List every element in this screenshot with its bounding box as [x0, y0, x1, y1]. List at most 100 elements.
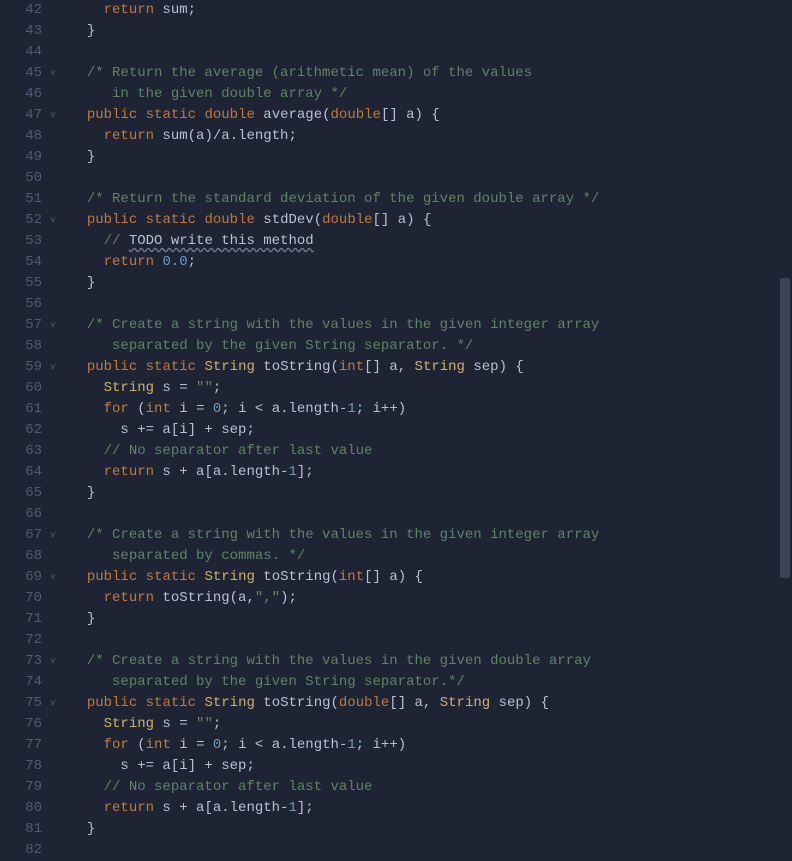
line-number: 80: [0, 798, 48, 819]
code-content[interactable]: return sum(a)/a.length;: [58, 126, 297, 147]
code-content[interactable]: // No separator after last value: [58, 777, 372, 798]
fold-indicator[interactable]: v: [48, 525, 58, 546]
code-content[interactable]: separated by the given String separator.…: [58, 672, 465, 693]
code-line[interactable]: 45v /* Return the average (arithmetic me…: [0, 63, 792, 84]
code-line[interactable]: 51 /* Return the standard deviation of t…: [0, 189, 792, 210]
code-line[interactable]: 49 }: [0, 147, 792, 168]
code-line[interactable]: 74 separated by the given String separat…: [0, 672, 792, 693]
fold-indicator[interactable]: v: [48, 357, 58, 378]
code-line[interactable]: 44: [0, 42, 792, 63]
code-line[interactable]: 60 String s = "";: [0, 378, 792, 399]
code-content[interactable]: String s = "";: [58, 714, 221, 735]
fold-indicator[interactable]: v: [48, 210, 58, 231]
code-line[interactable]: 73v /* Create a string with the values i…: [0, 651, 792, 672]
code-line[interactable]: 48 return sum(a)/a.length;: [0, 126, 792, 147]
fold-indicator[interactable]: v: [48, 315, 58, 336]
code-line[interactable]: 59v public static String toString(int[] …: [0, 357, 792, 378]
code-line[interactable]: 46 in the given double array */: [0, 84, 792, 105]
code-content[interactable]: [58, 168, 70, 189]
code-line[interactable]: 70 return toString(a,",");: [0, 588, 792, 609]
code-line[interactable]: 50: [0, 168, 792, 189]
code-line[interactable]: 81 }: [0, 819, 792, 840]
code-content[interactable]: public static double average(double[] a)…: [58, 105, 440, 126]
code-line[interactable]: 66: [0, 504, 792, 525]
code-line[interactable]: 43 }: [0, 21, 792, 42]
code-content[interactable]: }: [58, 21, 95, 42]
code-line[interactable]: 63 // No separator after last value: [0, 441, 792, 462]
code-line[interactable]: 47v public static double average(double[…: [0, 105, 792, 126]
scrollbar-thumb[interactable]: [780, 278, 790, 578]
code-content[interactable]: s += a[i] + sep;: [58, 420, 255, 441]
code-content[interactable]: }: [58, 609, 95, 630]
code-line[interactable]: 53 // TODO write this method: [0, 231, 792, 252]
code-content[interactable]: // TODO write this method: [58, 231, 314, 252]
code-content[interactable]: in the given double array */: [58, 84, 347, 105]
code-line[interactable]: 68 separated by commas. */: [0, 546, 792, 567]
code-line[interactable]: 80 return s + a[a.length-1];: [0, 798, 792, 819]
code-line[interactable]: 52v public static double stdDev(double[]…: [0, 210, 792, 231]
code-content[interactable]: public static double stdDev(double[] a) …: [58, 210, 431, 231]
code-content[interactable]: // No separator after last value: [58, 441, 372, 462]
code-content[interactable]: return s + a[a.length-1];: [58, 462, 314, 483]
line-number: 77: [0, 735, 48, 756]
code-content[interactable]: return 0.0;: [58, 252, 196, 273]
code-line[interactable]: 82: [0, 840, 792, 861]
code-line[interactable]: 42 return sum;: [0, 0, 792, 21]
fold-indicator: [48, 840, 58, 861]
code-content[interactable]: /* Create a string with the values in th…: [58, 315, 599, 336]
code-line[interactable]: 54 return 0.0;: [0, 252, 792, 273]
code-content[interactable]: separated by commas. */: [58, 546, 305, 567]
line-number: 45: [0, 63, 48, 84]
code-content[interactable]: for (int i = 0; i < a.length-1; i++): [58, 399, 406, 420]
code-line[interactable]: 55 }: [0, 273, 792, 294]
code-lines[interactable]: 42 return sum;43 }4445v /* Return the av…: [0, 0, 792, 848]
code-line[interactable]: 75v public static String toString(double…: [0, 693, 792, 714]
code-line[interactable]: 76 String s = "";: [0, 714, 792, 735]
code-line[interactable]: 67v /* Create a string with the values i…: [0, 525, 792, 546]
vertical-scrollbar[interactable]: [778, 0, 792, 848]
code-line[interactable]: 62 s += a[i] + sep;: [0, 420, 792, 441]
code-content[interactable]: String s = "";: [58, 378, 221, 399]
code-line[interactable]: 65 }: [0, 483, 792, 504]
line-number: 73: [0, 651, 48, 672]
code-content[interactable]: public static String toString(int[] a) {: [58, 567, 423, 588]
code-line[interactable]: 61 for (int i = 0; i < a.length-1; i++): [0, 399, 792, 420]
fold-indicator[interactable]: v: [48, 105, 58, 126]
code-content[interactable]: public static String toString(double[] a…: [58, 693, 549, 714]
code-content[interactable]: [58, 840, 70, 861]
code-line[interactable]: 64 return s + a[a.length-1];: [0, 462, 792, 483]
code-content[interactable]: }: [58, 483, 95, 504]
code-content[interactable]: s += a[i] + sep;: [58, 756, 255, 777]
code-content[interactable]: /* Return the average (arithmetic mean) …: [58, 63, 532, 84]
fold-indicator[interactable]: v: [48, 567, 58, 588]
code-editor[interactable]: 42 return sum;43 }4445v /* Return the av…: [0, 0, 792, 848]
code-content[interactable]: return toString(a,",");: [58, 588, 297, 609]
code-line[interactable]: 56: [0, 294, 792, 315]
code-content[interactable]: [58, 294, 70, 315]
code-line[interactable]: 58 separated by the given String separat…: [0, 336, 792, 357]
fold-indicator[interactable]: v: [48, 651, 58, 672]
code-content[interactable]: public static String toString(int[] a, S…: [58, 357, 524, 378]
code-line[interactable]: 72: [0, 630, 792, 651]
code-line[interactable]: 79 // No separator after last value: [0, 777, 792, 798]
code-content[interactable]: return sum;: [58, 0, 196, 21]
code-content[interactable]: [58, 630, 70, 651]
fold-indicator[interactable]: v: [48, 693, 58, 714]
code-content[interactable]: }: [58, 819, 95, 840]
code-content[interactable]: for (int i = 0; i < a.length-1; i++): [58, 735, 406, 756]
code-line[interactable]: 69v public static String toString(int[] …: [0, 567, 792, 588]
code-content[interactable]: /* Create a string with the values in th…: [58, 651, 591, 672]
code-content[interactable]: return s + a[a.length-1];: [58, 798, 314, 819]
code-content[interactable]: [58, 504, 70, 525]
code-line[interactable]: 71 }: [0, 609, 792, 630]
code-line[interactable]: 78 s += a[i] + sep;: [0, 756, 792, 777]
code-line[interactable]: 77 for (int i = 0; i < a.length-1; i++): [0, 735, 792, 756]
code-content[interactable]: separated by the given String separator.…: [58, 336, 473, 357]
fold-indicator[interactable]: v: [48, 63, 58, 84]
code-content[interactable]: /* Create a string with the values in th…: [58, 525, 599, 546]
code-content[interactable]: [58, 42, 70, 63]
code-content[interactable]: }: [58, 273, 95, 294]
code-content[interactable]: /* Return the standard deviation of the …: [58, 189, 599, 210]
code-content[interactable]: }: [58, 147, 95, 168]
code-line[interactable]: 57v /* Create a string with the values i…: [0, 315, 792, 336]
